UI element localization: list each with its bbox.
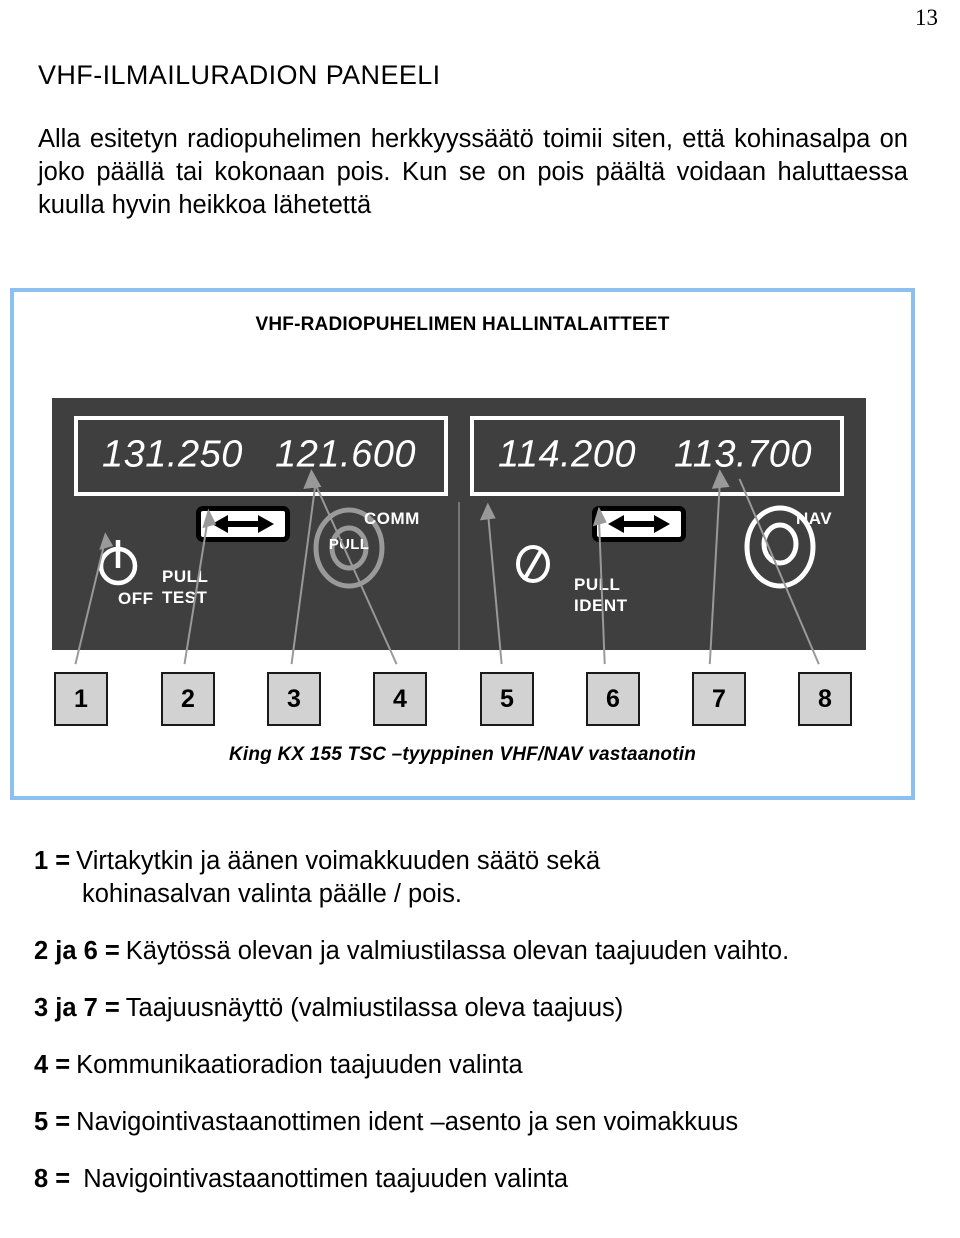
legend-key-1: 1 = — [34, 847, 71, 875]
slashed-circle-icon — [516, 545, 550, 583]
legend-key-3: 3 ja 7 = — [34, 994, 120, 1022]
squelch-ident-knob[interactable] — [512, 540, 554, 593]
radio-unit-faceplate: 131.250 121.600 114.200 113.700 PULL COM… — [52, 398, 866, 650]
figure-container: VHF-RADIOPUHELIMEN HALLINTALAITTEET 131.… — [10, 288, 915, 800]
pull-ident-label: PULL IDENT — [574, 574, 628, 616]
legend-item-6: 8 = Navigointivastaanottimen taajuuden v… — [34, 1163, 934, 1196]
legend-text-1: Virtakytkin ja äänen voimakkuuden säätö … — [76, 847, 601, 875]
legend-item-1: 1 = Virtakytkin ja äänen voimakkuuden sää… — [34, 845, 934, 911]
power-switch-icon — [98, 540, 138, 586]
callout-box-7: 7 — [692, 672, 746, 726]
legend-item-4: 4 = Kommunikaatioradion taajuuden valinta — [34, 1049, 934, 1082]
nav-frequency-transfer-button[interactable] — [592, 506, 686, 542]
callout-box-3: 3 — [267, 672, 321, 726]
pull-ident-line2: IDENT — [574, 596, 628, 615]
callout-box-5: 5 — [480, 672, 534, 726]
legend-item-5: 5 = Navigointivastaanottimen ident –asent… — [34, 1106, 934, 1139]
legend-item-2: 2 ja 6 = Käytössä olevan ja valmiustilass… — [34, 935, 934, 968]
panel-divider — [458, 502, 460, 650]
callout-box-2: 2 — [161, 672, 215, 726]
legend-key-2: 2 ja 6 = — [34, 937, 120, 965]
power-volume-knob[interactable] — [96, 536, 140, 593]
nav-frequency-display: 114.200 113.700 — [470, 416, 844, 496]
intro-paragraph: Alla esitetyn radiopuhelimen herkkyyssää… — [38, 125, 908, 219]
callout-box-6: 6 — [586, 672, 640, 726]
pull-test-label: PULL TEST — [162, 566, 208, 608]
legend-list: 1 = Virtakytkin ja äänen voimakkuuden sää… — [34, 845, 934, 1218]
off-label: OFF — [118, 589, 154, 608]
pull-ident-line1: PULL — [574, 575, 621, 594]
comm-active-frequency: 131.250 — [102, 433, 243, 476]
comm-knob-pull-label: PULL — [328, 536, 370, 553]
legend-key-5: 5 = — [34, 1108, 71, 1136]
page-number: 13 — [915, 5, 938, 30]
comm-standby-frequency: 121.600 — [275, 433, 416, 476]
legend-item-3: 3 ja 7 = Taajuusnäyttö (valmiustilassa ol… — [34, 992, 934, 1025]
nav-label: NAV — [796, 509, 833, 528]
legend-text-1-cont: kohinasalvan valinta päälle / pois. — [82, 880, 462, 908]
legend-key-6: 8 = — [34, 1165, 71, 1193]
legend-text-6: Navigointivastaanottimen taajuuden valin… — [76, 1165, 569, 1193]
comm-frequency-display: 131.250 121.600 — [74, 416, 448, 496]
legend-text-3: Taajuusnäyttö (valmiustilassa oleva taaj… — [125, 994, 624, 1022]
comm-label: COMM — [364, 509, 420, 528]
callout-number-row: 1 2 3 4 5 6 7 8 — [14, 672, 911, 728]
callout-box-4: 4 — [373, 672, 427, 726]
double-arrow-icon — [212, 515, 274, 533]
legend-key-4: 4 = — [34, 1051, 71, 1079]
nav-standby-frequency: 113.700 — [673, 433, 812, 476]
legend-text-4: Kommunikaatioradion taajuuden valinta — [76, 1051, 523, 1079]
pull-test-line1: PULL — [162, 567, 209, 586]
callout-box-8: 8 — [798, 672, 852, 726]
nav-active-frequency: 114.200 — [498, 433, 637, 476]
callout-box-1: 1 — [54, 672, 108, 726]
pull-test-line2: TEST — [162, 588, 208, 607]
legend-text-5: Navigointivastaanottimen ident –asento j… — [76, 1108, 739, 1136]
figure-caption: King KX 155 TSC –tyyppinen VHF/NAV vasta… — [228, 744, 697, 765]
figure-title: VHF-RADIOPUHELIMEN HALLINTALAITTEET — [255, 314, 670, 335]
legend-text-2: Käytössä olevan ja valmiustilassa olevan… — [125, 937, 790, 965]
comm-frequency-transfer-button[interactable] — [196, 506, 290, 542]
page-title: VHF-ILMAILURADION PANEELI — [38, 60, 441, 90]
double-arrow-icon — [608, 515, 670, 533]
